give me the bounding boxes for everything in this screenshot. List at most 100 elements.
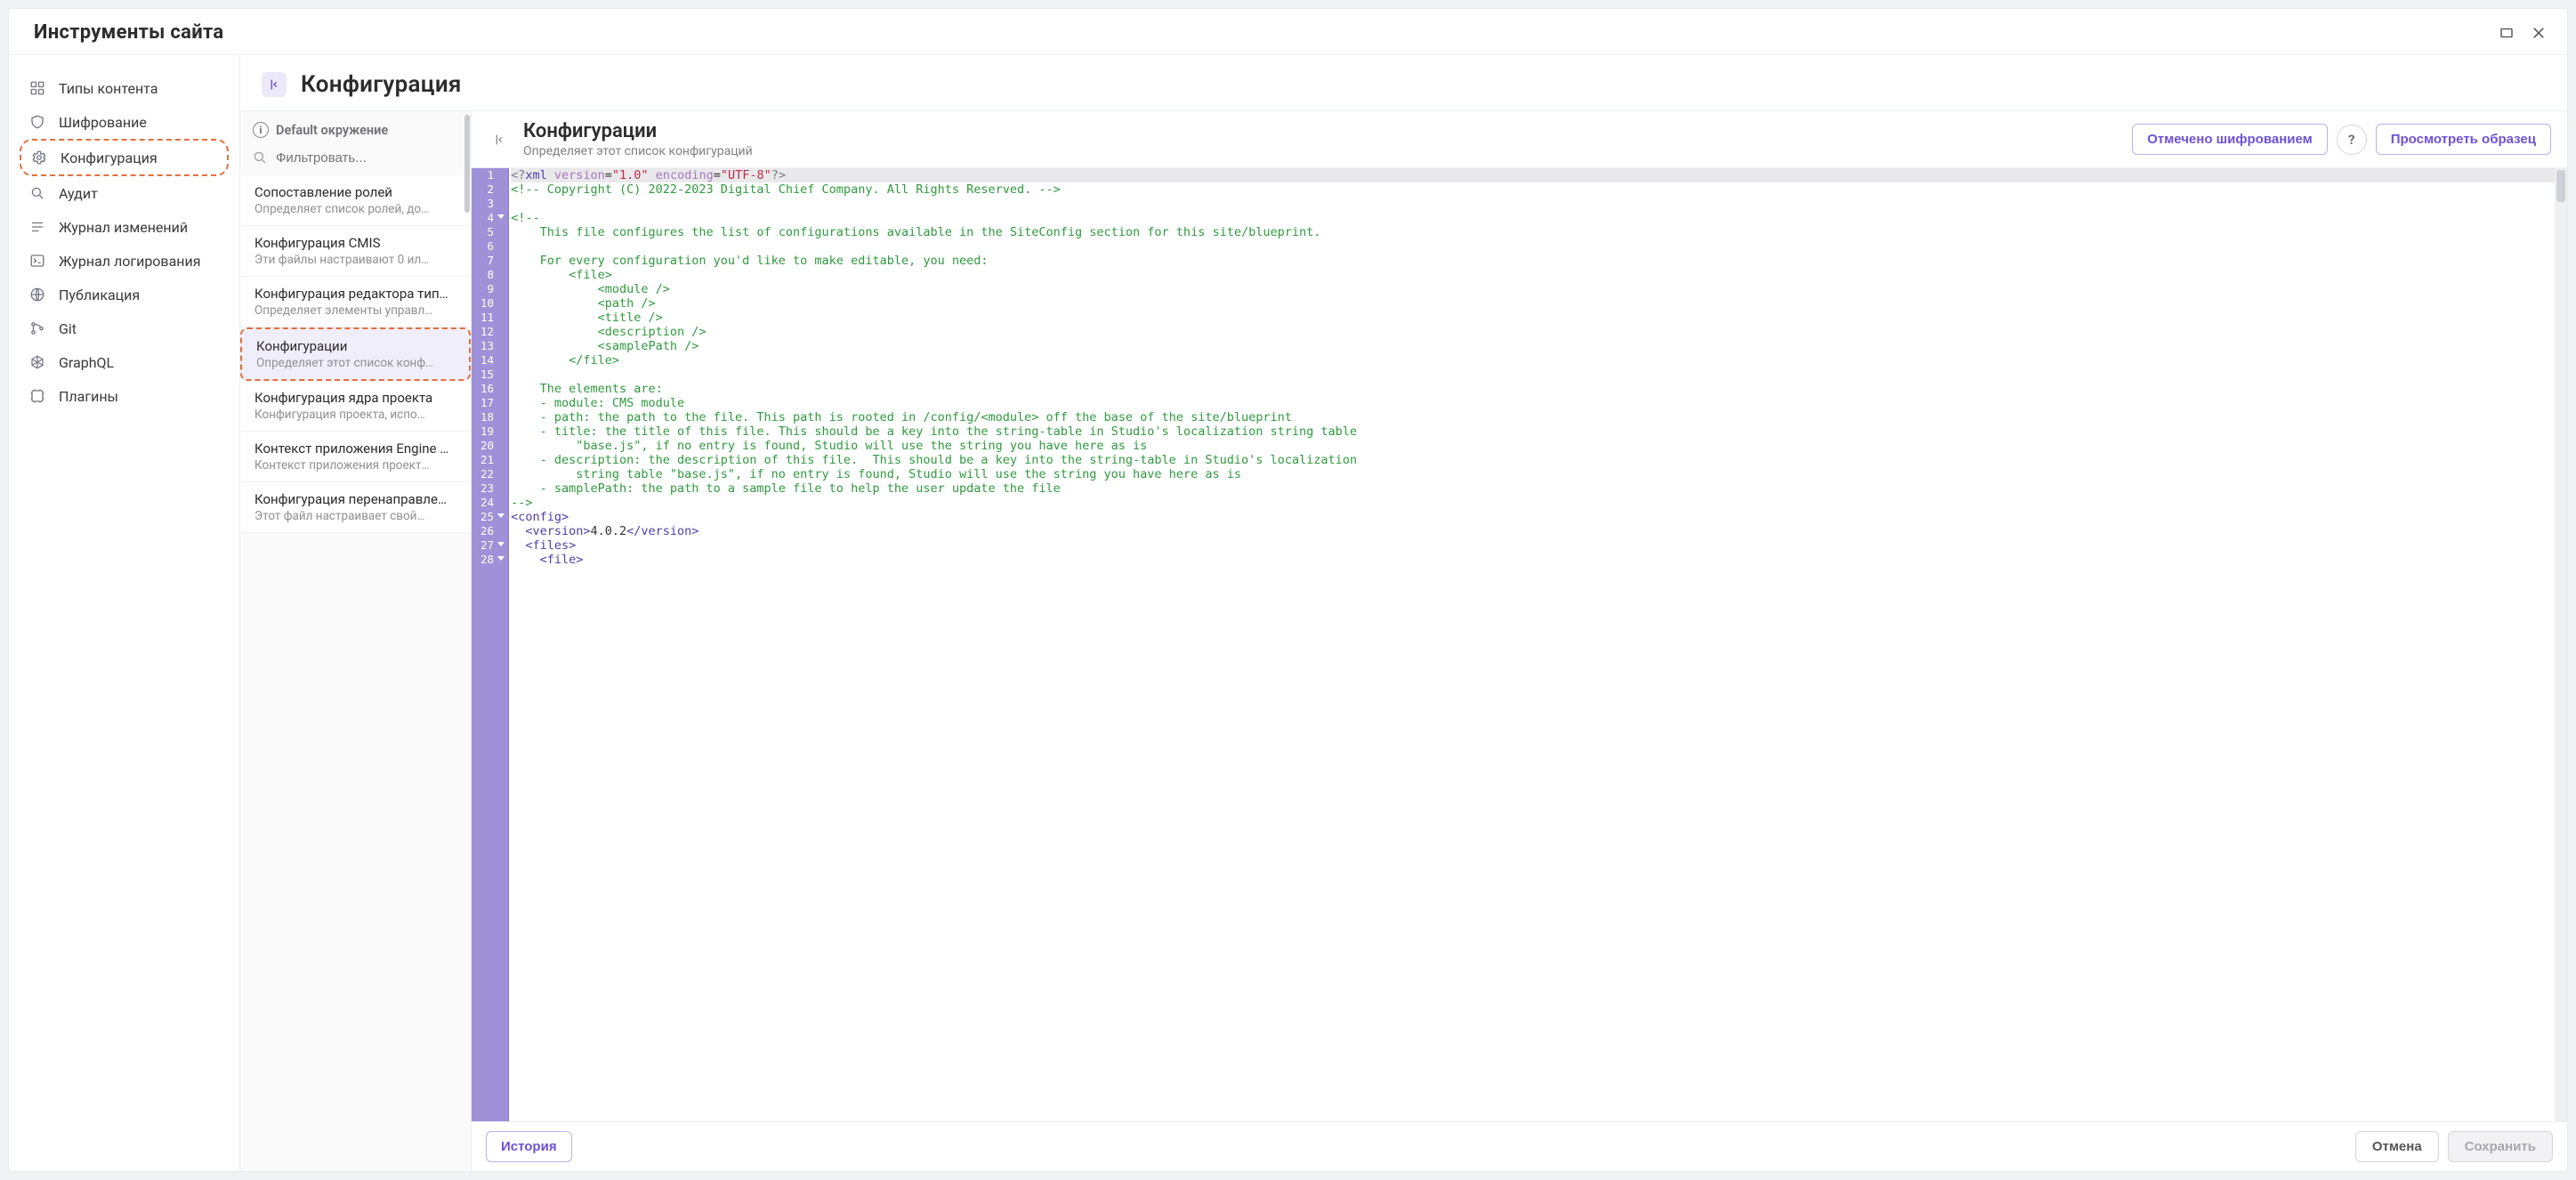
code-line[interactable]: --> bbox=[511, 496, 2555, 510]
main-area: Конфигурация i Default окружение bbox=[240, 55, 2567, 1171]
sidenav-item-7[interactable]: Git bbox=[20, 311, 229, 345]
collapse-sidebar-button[interactable] bbox=[262, 72, 287, 97]
code-line[interactable]: - description: the description of this f… bbox=[511, 453, 2555, 467]
line-number: 19 bbox=[480, 424, 503, 439]
code-line[interactable]: For every configuration you'd like to ma… bbox=[511, 254, 2555, 268]
code-line[interactable]: "base.js", if no entry is found, Studio … bbox=[511, 439, 2555, 453]
main-header: Конфигурация bbox=[240, 55, 2567, 110]
config-item-3[interactable]: КонфигурацииОпределяет этот список конф… bbox=[240, 327, 471, 381]
view-sample-button[interactable]: Просмотреть образец bbox=[2376, 124, 2551, 155]
history-button[interactable]: История bbox=[486, 1131, 572, 1162]
sidenav-item-label: Аудит bbox=[59, 185, 98, 202]
editor-title: Конфигурации bbox=[523, 120, 753, 142]
config-item-6[interactable]: Конфигурация перенаправле…Этот файл наст… bbox=[240, 482, 471, 533]
line-number: 14 bbox=[480, 353, 503, 368]
sidenav-item-8[interactable]: GraphQL bbox=[20, 345, 229, 379]
code-line[interactable]: - path: the path to the file. This path … bbox=[511, 410, 2555, 424]
config-item-5[interactable]: Контекст приложения Engine …Контекст при… bbox=[240, 432, 471, 482]
sidenav-item-label: Конфигурация bbox=[61, 150, 157, 166]
code-line[interactable]: <config> bbox=[511, 510, 2555, 524]
editor-scrollbar[interactable] bbox=[2555, 168, 2567, 1121]
code-line[interactable]: - title: the title of this file. This sh… bbox=[511, 424, 2555, 439]
code-line[interactable]: <samplePath /> bbox=[511, 339, 2555, 353]
save-button[interactable]: Сохранить bbox=[2448, 1131, 2553, 1162]
line-number: 25 bbox=[480, 510, 503, 524]
collapse-config-list-button[interactable] bbox=[488, 128, 511, 151]
sidenav-item-label: Журнал изменений bbox=[59, 219, 188, 236]
config-item-2[interactable]: Конфигурация редактора тип…Определяет эл… bbox=[240, 277, 471, 327]
config-list[interactable]: Сопоставление ролейОпределяет список рол… bbox=[240, 175, 471, 1171]
sidenav-item-label: Журнал логирования bbox=[59, 253, 201, 270]
config-item-desc: Контекст приложения проект… bbox=[254, 458, 456, 473]
code-line[interactable]: - module: CMS module bbox=[511, 396, 2555, 410]
sidenav-item-1[interactable]: Шифрование bbox=[20, 105, 229, 139]
line-number: 1 bbox=[480, 168, 503, 182]
line-number: 9 bbox=[480, 282, 503, 296]
code-line[interactable]: <description /> bbox=[511, 325, 2555, 339]
config-item-title: Конфигурация CMIS bbox=[254, 235, 456, 251]
line-number: 21 bbox=[480, 453, 503, 467]
window-title: Инструменты сайта bbox=[34, 21, 223, 44]
code-line[interactable]: This file configures the list of configu… bbox=[511, 225, 2555, 239]
code-line[interactable]: <files> bbox=[511, 538, 2555, 553]
code-line[interactable]: <!-- bbox=[511, 211, 2555, 225]
line-number: 8 bbox=[480, 268, 503, 282]
sidenav: Типы контентаШифрование Конфигурация Аудит… bbox=[9, 55, 240, 1171]
window-controls bbox=[2498, 24, 2548, 42]
shield-icon bbox=[28, 113, 46, 131]
filter-input[interactable] bbox=[276, 150, 460, 166]
line-number: 15 bbox=[480, 368, 503, 382]
code-line[interactable]: <title /> bbox=[511, 311, 2555, 325]
sidenav-item-4[interactable]: Журнал изменений bbox=[20, 210, 229, 244]
editor-title-block: Конфигурации Определяет этот список конф… bbox=[523, 120, 753, 158]
editor-actions: Отмечено шифрованием ? Просмотреть образ… bbox=[2132, 124, 2551, 155]
code-line[interactable]: <?xml version="1.0" encoding="UTF-8"?> bbox=[511, 168, 2555, 182]
sidenav-item-9[interactable]: Плагины bbox=[20, 379, 229, 413]
config-list-panel: i Default окружение Сопоставление ролейО… bbox=[240, 111, 472, 1171]
code-line[interactable]: string table "base.js", if no entry is f… bbox=[511, 467, 2555, 481]
config-item-title: Контекст приложения Engine … bbox=[254, 440, 456, 457]
mark-encrypted-button[interactable]: Отмечено шифрованием bbox=[2132, 124, 2328, 155]
config-list-scrollbar[interactable] bbox=[463, 111, 472, 1171]
code-line[interactable]: <version>4.0.2</version> bbox=[511, 524, 2555, 538]
sidenav-item-6[interactable]: Публикация bbox=[20, 278, 229, 311]
line-number: 3 bbox=[480, 197, 503, 211]
code-line[interactable] bbox=[511, 197, 2555, 211]
sidenav-item-label: Плагины bbox=[59, 388, 118, 405]
editor-subtitle: Определяет этот список конфигураций bbox=[523, 144, 753, 158]
line-number: 4 bbox=[480, 211, 503, 225]
sidenav-item-3[interactable]: Аудит bbox=[20, 176, 229, 210]
help-icon[interactable]: ? bbox=[2337, 125, 2367, 155]
code-line[interactable]: </file> bbox=[511, 353, 2555, 368]
config-item-0[interactable]: Сопоставление ролейОпределяет список рол… bbox=[240, 175, 471, 226]
config-item-desc: Определяет элементы управл… bbox=[254, 303, 456, 318]
cancel-button[interactable]: Отмена bbox=[2355, 1131, 2439, 1162]
magnify-icon bbox=[28, 184, 46, 202]
code-line[interactable]: <file> bbox=[511, 268, 2555, 282]
code-line[interactable]: - samplePath: the path to a sample file … bbox=[511, 481, 2555, 496]
sidenav-item-2[interactable]: Конфигурация bbox=[20, 139, 229, 176]
config-item-4[interactable]: Конфигурация ядра проектаКонфигурация пр… bbox=[240, 381, 471, 432]
code-line[interactable]: The elements are: bbox=[511, 382, 2555, 396]
minimize-icon[interactable] bbox=[2498, 24, 2515, 42]
line-number: 18 bbox=[480, 410, 503, 424]
code-line[interactable]: <file> bbox=[511, 553, 2555, 567]
line-number: 20 bbox=[480, 439, 503, 453]
code-content[interactable]: <?xml version="1.0" encoding="UTF-8"?><!… bbox=[509, 168, 2555, 1121]
config-item-1[interactable]: Конфигурация CMISЭти файлы настраивают 0… bbox=[240, 226, 471, 277]
code-line[interactable]: <module /> bbox=[511, 282, 2555, 296]
code-line[interactable] bbox=[511, 239, 2555, 254]
tools-window: Инструменты сайта Типы контентаШифровани… bbox=[9, 9, 2567, 1171]
line-number: 28 bbox=[480, 553, 503, 567]
sidenav-item-0[interactable]: Типы контента bbox=[20, 71, 229, 105]
code-line[interactable] bbox=[511, 368, 2555, 382]
code-editor[interactable]: 1234567891011121314151617181920212223242… bbox=[472, 168, 2567, 1121]
config-item-desc: Этот файл настраивает свой… bbox=[254, 509, 456, 523]
code-line[interactable]: <path /> bbox=[511, 296, 2555, 311]
environment-label: i Default окружение bbox=[240, 111, 471, 145]
code-line[interactable]: <!-- Copyright (C) 2022-2023 Digital Chi… bbox=[511, 182, 2555, 197]
close-icon[interactable] bbox=[2530, 24, 2548, 42]
sidenav-item-5[interactable]: Журнал логирования bbox=[20, 244, 229, 278]
list-icon bbox=[28, 218, 46, 236]
editor-header: Конфигурации Определяет этот список конф… bbox=[472, 111, 2567, 168]
